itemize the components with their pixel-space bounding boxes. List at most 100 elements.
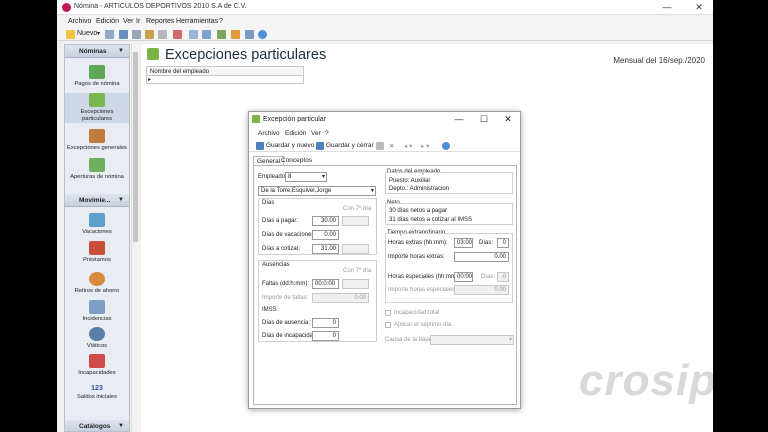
sidebar-item-excepciones-particulares[interactable]: Excepciones particulares bbox=[65, 93, 129, 123]
grid-column-header[interactable]: Nombre del empleado bbox=[146, 66, 304, 76]
menu-ir[interactable]: Ir bbox=[136, 18, 140, 25]
puesto-text: Puesto: Auxiliar bbox=[389, 178, 431, 184]
employee-number-select[interactable]: 8 ▾ bbox=[285, 172, 327, 182]
dialog-menu-help[interactable]: ? bbox=[325, 130, 329, 137]
preview-icon[interactable] bbox=[158, 30, 167, 39]
incapacidad-total-label: Incapacidad total bbox=[394, 310, 440, 316]
new-button[interactable]: Nuevo bbox=[77, 30, 97, 37]
help-icon[interactable] bbox=[442, 142, 450, 150]
payment-icon bbox=[89, 65, 105, 79]
home-icon[interactable] bbox=[217, 30, 226, 39]
dialog-menu-archivo[interactable]: Archivo bbox=[258, 130, 280, 137]
importe-extras-label: Importe horas extras: bbox=[388, 254, 445, 260]
sidebar-group-nominas[interactable]: Nóminas ▼ bbox=[65, 45, 129, 58]
maximize-button[interactable] bbox=[660, 0, 686, 15]
table-row[interactable]: ▸ bbox=[146, 76, 304, 84]
sidebar-item-vacaciones[interactable]: Vacaciones bbox=[65, 213, 129, 236]
horas-especiales-field[interactable]: 00:00 bbox=[454, 272, 473, 282]
filter-icon[interactable] bbox=[202, 30, 211, 39]
dias-pagar-field[interactable]: 30.00 bbox=[312, 216, 339, 226]
importe-extras-field[interactable]: 0.00 bbox=[454, 252, 509, 262]
dialog-close-button[interactable]: ✕ bbox=[496, 112, 520, 127]
sidebar-item-label: Excepciones particulares bbox=[80, 109, 114, 122]
back-icon[interactable]: ◂ ▾ bbox=[404, 142, 412, 150]
sidebar-item-saldos[interactable]: 123 Saldos iniciales bbox=[65, 385, 129, 401]
loan-icon bbox=[89, 241, 105, 255]
causa-baja-label: Causa de la baja: bbox=[385, 337, 432, 343]
importe-especiales-label: Importe horas especiales: bbox=[388, 287, 457, 293]
copy-icon[interactable] bbox=[376, 142, 384, 150]
tools-icon[interactable] bbox=[245, 30, 254, 39]
save-new-button[interactable]: Guardar y nuevo bbox=[266, 142, 314, 149]
dias-extras-label: Días: bbox=[479, 240, 494, 246]
row-pointer-icon: ▸ bbox=[148, 77, 152, 83]
sidebar-item-viaticos[interactable]: Viáticos bbox=[65, 327, 129, 350]
employee-name-select[interactable]: De la Torre,Esquivel,Jorge ▾ bbox=[258, 186, 376, 196]
menu-reportes[interactable]: Reportes bbox=[146, 18, 174, 25]
save-close-icon bbox=[316, 142, 324, 150]
horas-extras-field[interactable]: 03:00 bbox=[454, 238, 473, 248]
exception-dialog: Excepción particular — ☐ ✕ Archivo Edici… bbox=[248, 111, 521, 409]
dialog-minimize-button[interactable]: — bbox=[447, 112, 471, 127]
dias-cotizar-field[interactable]: 31.00 bbox=[312, 244, 339, 254]
dias-extras-field[interactable]: 0 bbox=[497, 238, 509, 248]
employee-label: Empleado: bbox=[258, 174, 287, 180]
sidebar-item-excepciones-generales[interactable]: Excepciones generales bbox=[65, 129, 129, 152]
septimo-dia-label: Aplicar el séptimo día bbox=[394, 322, 452, 328]
exception-group-icon bbox=[89, 129, 105, 143]
faltas-label: Faltas (dd:h:mm): bbox=[262, 281, 310, 287]
dialog-title: Excepción particular bbox=[263, 116, 327, 123]
forward-icon[interactable]: ▸ ▾ bbox=[421, 142, 429, 150]
menu-edicion[interactable]: Edición bbox=[96, 18, 119, 25]
sidebar-group-catalogos[interactable]: Catálogos ▼ bbox=[65, 420, 129, 431]
menu-herramientas[interactable]: Herramientas bbox=[176, 18, 218, 25]
new-dropdown-icon[interactable]: ▾ bbox=[97, 30, 100, 37]
export-icon[interactable] bbox=[231, 30, 240, 39]
sidebar-item-incidencias[interactable]: Incidencias bbox=[65, 300, 129, 323]
travel-icon bbox=[89, 327, 105, 341]
sidebar-group-movimientos[interactable]: Movimie... ▼ bbox=[65, 194, 129, 207]
dialog-maximize-button[interactable]: ☐ bbox=[472, 112, 496, 127]
delete-icon[interactable] bbox=[173, 30, 182, 39]
septimo-dia-checkbox[interactable] bbox=[385, 322, 391, 328]
sidebar-item-pagos[interactable]: Pagos de nómina bbox=[65, 65, 129, 88]
counter-icon: 123 bbox=[91, 385, 103, 392]
importe-especiales-field: 0.00 bbox=[454, 285, 509, 295]
save-icon bbox=[256, 142, 264, 150]
grid-icon[interactable] bbox=[132, 30, 141, 39]
sidebar-item-label: Incidencias bbox=[82, 316, 112, 322]
imss-legend: IMSS bbox=[262, 307, 277, 313]
menu-ver[interactable]: Ver bbox=[123, 18, 134, 25]
help-icon[interactable] bbox=[258, 30, 267, 39]
incapacidad-total-checkbox[interactable] bbox=[385, 310, 391, 316]
faltas-field[interactable]: 00:0:00 bbox=[312, 279, 339, 289]
chevron-down-icon[interactable]: ▼ bbox=[118, 423, 124, 429]
properties-icon[interactable] bbox=[119, 30, 128, 39]
open-icon[interactable] bbox=[105, 30, 114, 39]
delete-icon[interactable]: ✕ bbox=[389, 142, 394, 150]
find-icon[interactable] bbox=[189, 30, 198, 39]
chevron-down-icon[interactable]: ▼ bbox=[118, 197, 124, 203]
close-button[interactable]: ✕ bbox=[686, 0, 712, 15]
sidebar-item-prestamos[interactable]: Préstamos bbox=[65, 241, 129, 264]
dias-incapacidad-field[interactable]: 0 bbox=[312, 331, 339, 341]
exception-person-icon bbox=[89, 93, 105, 107]
dias-ausencia-field[interactable]: 0 bbox=[312, 318, 339, 328]
print-icon[interactable] bbox=[145, 30, 154, 39]
sidebar-scrollbar[interactable] bbox=[131, 44, 139, 432]
exception-person-icon bbox=[252, 115, 260, 123]
dias-vacaciones-field[interactable]: 0.00 bbox=[312, 230, 339, 240]
save-close-button[interactable]: Guardar y cerrar bbox=[326, 142, 374, 149]
chevron-down-icon[interactable]: ▼ bbox=[118, 48, 124, 54]
scrollbar-thumb[interactable] bbox=[133, 52, 138, 242]
dialog-menu-edicion[interactable]: Edición bbox=[285, 130, 306, 137]
sidebar-group-label: Movimie... bbox=[79, 197, 111, 204]
opening-icon bbox=[89, 158, 105, 172]
sidebar-item-incapacidades[interactable]: Incapacidades bbox=[65, 354, 129, 377]
sidebar-item-aperturas[interactable]: Aperturas de nómina bbox=[65, 158, 129, 181]
dialog-menu-ver[interactable]: Ver bbox=[311, 130, 321, 137]
dias-incapacidad-label: Días de incapacidad: bbox=[262, 333, 319, 339]
sidebar-item-retiros[interactable]: Retiros de ahorro bbox=[65, 272, 129, 295]
menu-archivo[interactable]: Archivo bbox=[68, 18, 91, 25]
menu-help[interactable]: ? bbox=[219, 18, 223, 25]
